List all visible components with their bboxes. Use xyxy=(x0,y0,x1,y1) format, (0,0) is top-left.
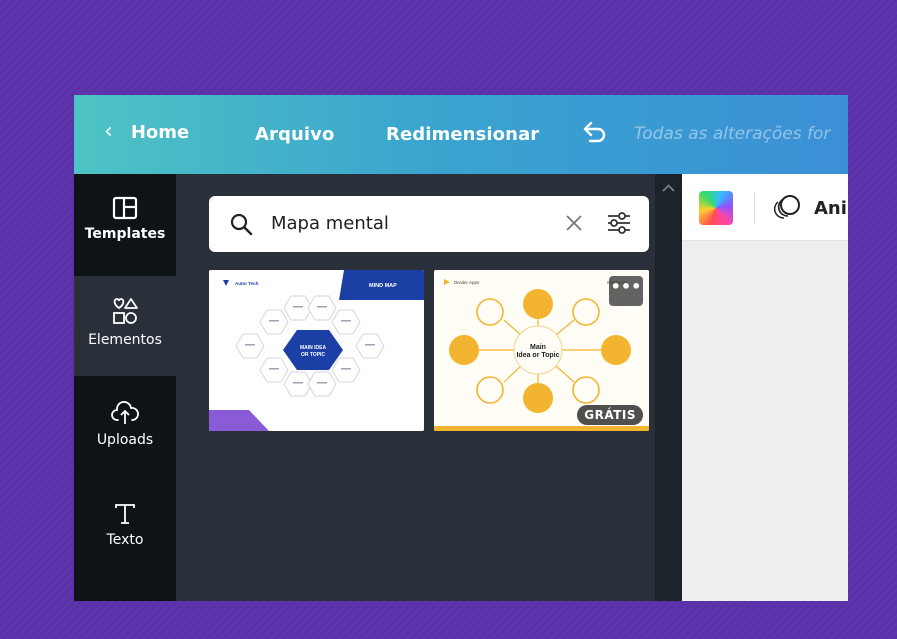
card1-brand: Autor Tech xyxy=(235,281,259,286)
templates-panel: Mapa mental MIND MAP Autor Tech MAIN IDE… xyxy=(176,174,655,601)
resize-button[interactable]: Redimensionar xyxy=(386,124,539,145)
search-icon xyxy=(230,213,253,236)
svg-text:MAIN IDEA: MAIN IDEA xyxy=(300,345,327,351)
design-canvas[interactable] xyxy=(682,241,848,601)
sidebar-item-text[interactable]: Texto xyxy=(74,476,176,576)
text-icon xyxy=(115,504,135,524)
save-status-text: Todas as alterações for xyxy=(634,124,831,144)
svg-text:OR TOPIC: OR TOPIC xyxy=(301,352,325,358)
close-icon[interactable] xyxy=(564,213,584,233)
editor-toolbar: Ani xyxy=(682,174,848,241)
sidebar-label-elements: Elementos xyxy=(88,332,162,348)
free-badge: GRÁTIS xyxy=(577,405,643,425)
card2-center-line1: Main xyxy=(530,344,546,351)
chevron-up-icon[interactable] xyxy=(662,184,675,192)
search-bar[interactable]: Mapa mental xyxy=(209,196,649,252)
sidebar-item-templates[interactable]: Templates xyxy=(74,196,176,276)
card1-tag: MIND MAP xyxy=(369,283,397,289)
template-card-circle-mind-map[interactable]: Divider Apps Main Idea or Topic ••• GRÁT… xyxy=(434,270,649,431)
card2-center-line2: Idea or Topic xyxy=(516,352,559,359)
sidebar-label-templates: Templates xyxy=(84,226,166,242)
sidebar-item-uploads[interactable]: Uploads xyxy=(74,376,176,476)
file-menu[interactable]: Arquivo xyxy=(255,124,334,145)
elements-icon xyxy=(113,298,138,324)
chevron-left-icon: ‹ xyxy=(104,119,113,144)
upload-icon xyxy=(111,401,139,424)
more-options-button[interactable]: ••• xyxy=(609,276,643,306)
toolbar-divider xyxy=(754,192,755,224)
filter-icon[interactable] xyxy=(606,211,632,235)
templates-icon xyxy=(112,196,138,220)
editor-window: ‹ Home Arquivo Redimensionar Todas as al… xyxy=(74,95,848,601)
sidebar-item-elements[interactable]: Elementos xyxy=(74,276,176,376)
home-button[interactable]: ‹ Home xyxy=(104,121,189,143)
sidebar-label-uploads: Uploads xyxy=(96,432,154,448)
animate-button[interactable]: Ani xyxy=(814,198,847,219)
sidebar: Templates Elementos Uploads Texto xyxy=(74,174,176,601)
search-input[interactable]: Mapa mental xyxy=(271,213,389,234)
color-picker-button[interactable] xyxy=(699,191,733,225)
top-bar: ‹ Home Arquivo Redimensionar Todas as al… xyxy=(74,95,848,174)
panel-scrollbar[interactable] xyxy=(655,174,682,601)
template-thumbnail: MIND MAP Autor Tech MAIN IDEA OR TOPIC xyxy=(209,270,424,431)
home-label: Home xyxy=(130,121,190,143)
card2-brand: Divider Apps xyxy=(454,280,480,285)
template-card-hexagon-mind-map[interactable]: MIND MAP Autor Tech MAIN IDEA OR TOPIC xyxy=(209,270,424,431)
sidebar-label-text: Texto xyxy=(106,532,144,548)
undo-icon[interactable] xyxy=(580,120,608,146)
animate-icon[interactable] xyxy=(770,194,802,220)
